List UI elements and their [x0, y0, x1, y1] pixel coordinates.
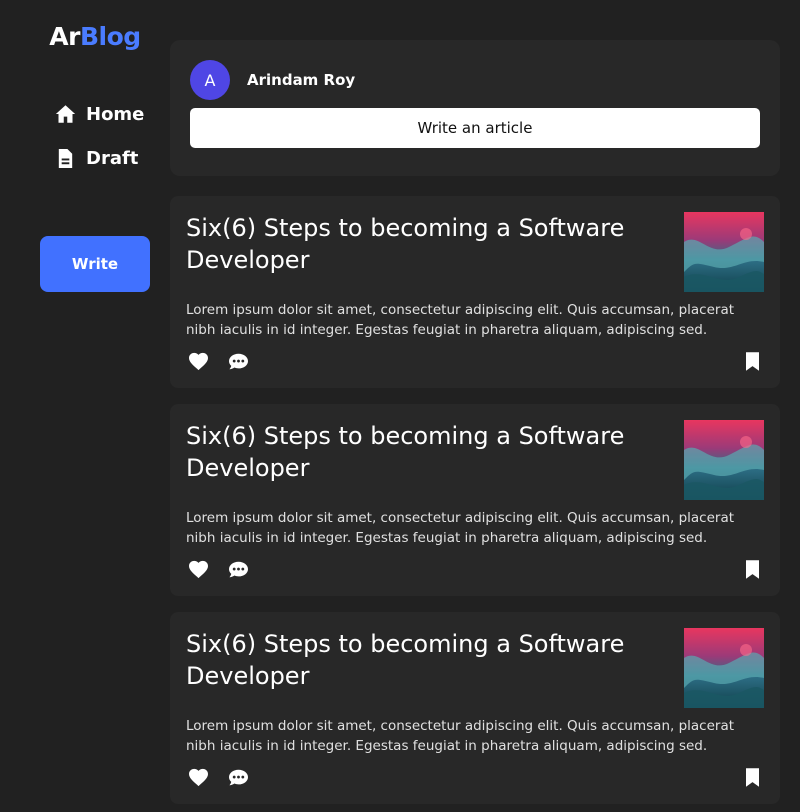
nav-item-home-label: Home [86, 103, 145, 125]
author-name: Arindam Roy [247, 71, 356, 89]
post-card[interactable]: Six(6) Steps to becoming a Software Deve… [170, 196, 780, 388]
post-card[interactable]: Six(6) Steps to becoming a Software Deve… [170, 612, 780, 804]
post-thumbnail[interactable] [684, 420, 764, 500]
brand-logo-part2: Blog [79, 22, 141, 51]
post-title[interactable]: Six(6) Steps to becoming a Software Deve… [186, 628, 656, 692]
post-excerpt: Lorem ipsum dolor sit amet, consectetur … [186, 510, 735, 546]
write-article-button[interactable]: Write an article [190, 108, 760, 148]
post-excerpt: Lorem ipsum dolor sit amet, consectetur … [186, 718, 735, 754]
heart-icon[interactable] [187, 766, 209, 788]
abstract-ink-image [684, 420, 764, 500]
sidebar: ArBlog Home Draft Write [0, 0, 170, 812]
post-card[interactable]: Six(6) Steps to becoming a Software Deve… [170, 404, 780, 596]
heart-icon[interactable] [187, 350, 209, 372]
comment-icon[interactable] [227, 766, 249, 788]
document-icon [55, 148, 76, 169]
abstract-ink-image [684, 212, 764, 292]
brand-logo-part1: Ar [49, 22, 80, 51]
post-title[interactable]: Six(6) Steps to becoming a Software Deve… [186, 212, 656, 276]
post-thumbnail[interactable] [684, 212, 764, 292]
comment-icon[interactable] [227, 350, 249, 372]
brand-logo[interactable]: ArBlog [0, 22, 190, 51]
bookmark-icon[interactable] [741, 350, 763, 372]
post-excerpt: Lorem ipsum dolor sit amet, consectetur … [186, 302, 735, 338]
post-thumbnail[interactable] [684, 628, 764, 708]
bookmark-icon[interactable] [741, 558, 763, 580]
comment-icon[interactable] [227, 558, 249, 580]
nav-item-draft-label: Draft [86, 147, 139, 169]
composer-card: A Arindam Roy Write an article [170, 40, 780, 176]
write-button[interactable]: Write [40, 236, 150, 292]
avatar[interactable]: A [190, 60, 230, 100]
bookmark-icon[interactable] [741, 766, 763, 788]
home-icon [55, 104, 76, 124]
nav-item-home[interactable]: Home [55, 101, 144, 127]
nav-item-draft[interactable]: Draft [55, 145, 138, 171]
heart-icon[interactable] [187, 558, 209, 580]
post-title[interactable]: Six(6) Steps to becoming a Software Deve… [186, 420, 656, 484]
abstract-ink-image [684, 628, 764, 708]
